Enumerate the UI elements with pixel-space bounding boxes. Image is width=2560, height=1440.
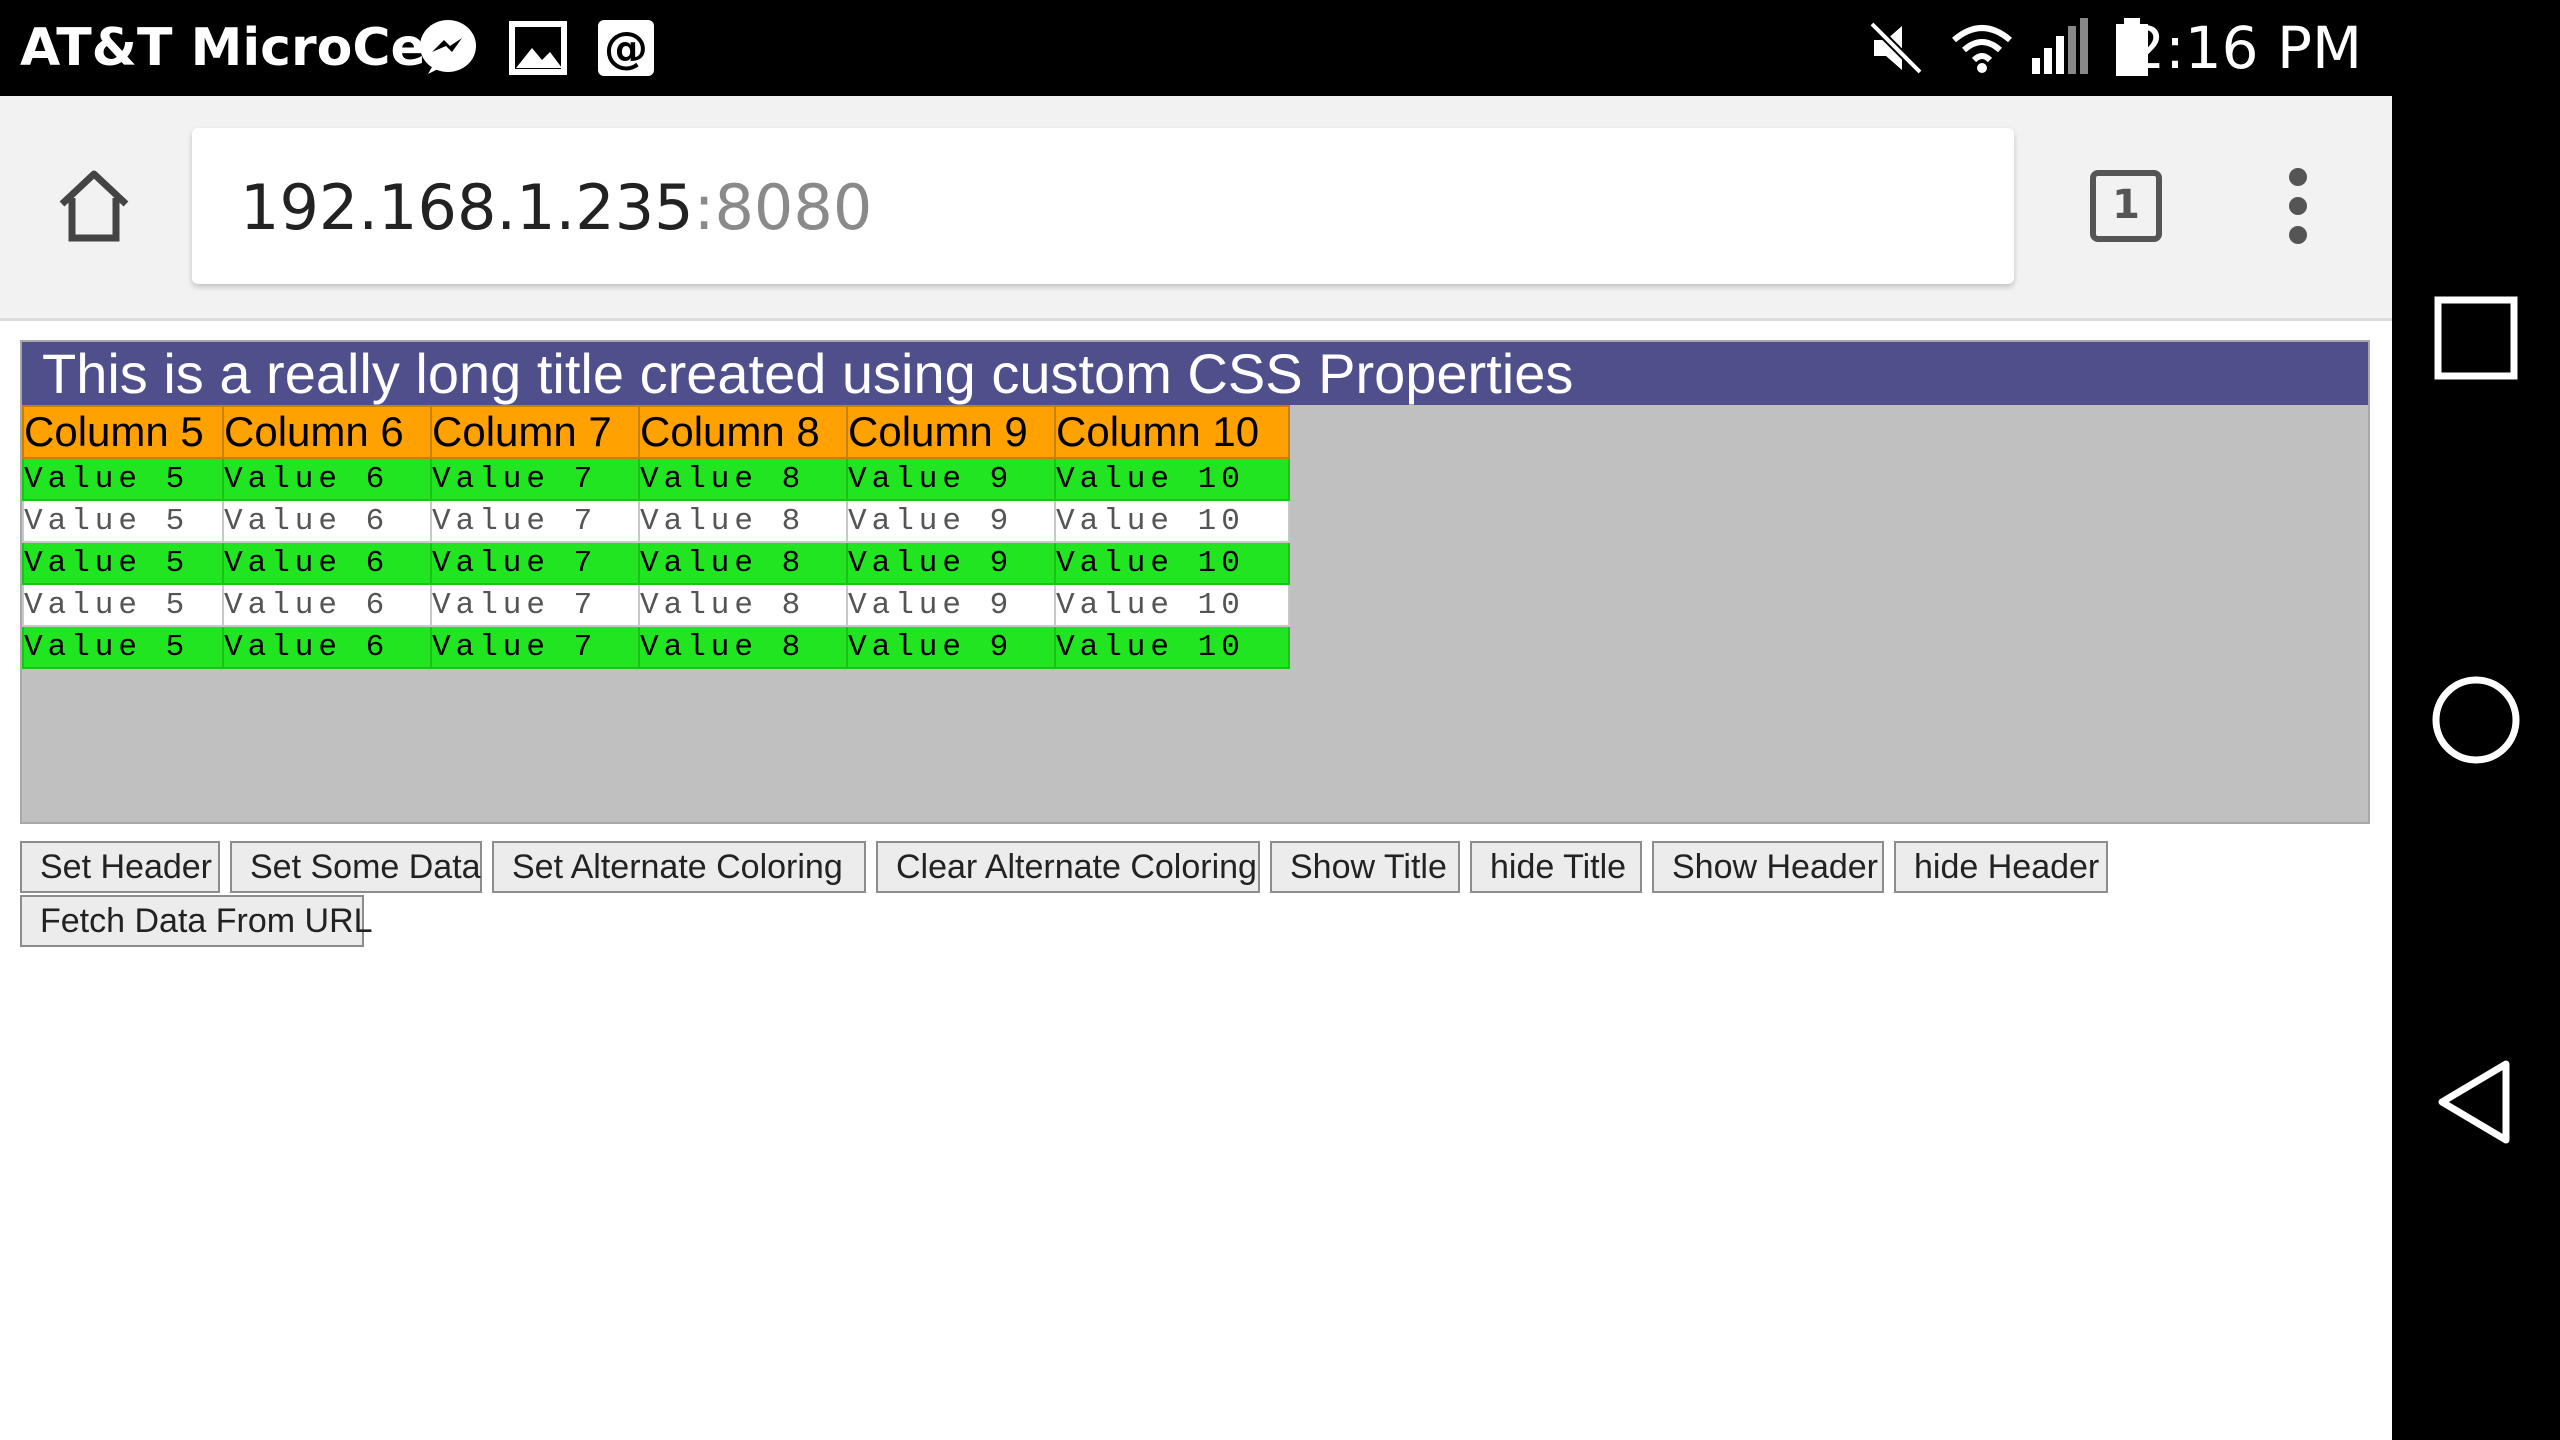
signal-icon xyxy=(2032,18,2088,74)
status-bar: AT&T MicroCell @ 2:16 PM xyxy=(0,0,2392,96)
table-cell[interactable]: Value 5 xyxy=(22,625,224,669)
svg-text:@: @ xyxy=(604,23,648,74)
table-cell[interactable]: Value 10 xyxy=(1054,457,1290,501)
address-bar[interactable]: 192.168.1.235:8080 xyxy=(192,128,2014,284)
web-page: This is a really long title created usin… xyxy=(0,321,2392,1440)
table-row[interactable]: Value 5 Value 6 Value 7 Value 8 Value 9 Value… xyxy=(22,541,1290,585)
column-header[interactable]: Column 10 xyxy=(1054,405,1290,459)
url-text[interactable]: 192.168.1.235:8080 xyxy=(240,172,872,244)
table-row[interactable]: Value 5 Value 6 Value 7 Value 8 Value 9 Value… xyxy=(22,625,1290,669)
data-grid: This is a really long title created usin… xyxy=(20,340,2370,824)
tab-switcher-button[interactable]: 1 xyxy=(2090,170,2162,242)
table-cell[interactable]: Value 7 xyxy=(430,583,640,627)
table-cell[interactable]: Value 8 xyxy=(638,583,848,627)
carrier-label: AT&T MicroCell xyxy=(20,18,462,78)
mute-icon xyxy=(1869,21,1923,75)
column-header[interactable]: Column 6 xyxy=(222,405,432,459)
table-cell[interactable]: Value 8 xyxy=(638,625,848,669)
overflow-menu-icon[interactable] xyxy=(2278,168,2318,244)
table-cell[interactable]: Value 8 xyxy=(638,457,848,501)
home-circle-icon[interactable] xyxy=(2428,672,2524,768)
column-header[interactable]: Column 7 xyxy=(430,405,640,459)
fetch-data-button[interactable]: Fetch Data From URL xyxy=(20,895,373,947)
table-cell[interactable]: Value 7 xyxy=(430,625,640,669)
table-cell[interactable]: Value 5 xyxy=(22,583,224,627)
set-header-button[interactable]: Set Header xyxy=(20,841,220,893)
wifi-icon xyxy=(1952,25,2012,73)
url-host: 192.168.1.235 xyxy=(240,171,694,244)
hide-header-button[interactable]: hide Header xyxy=(1894,841,2108,893)
table-cell[interactable]: Value 9 xyxy=(846,499,1056,543)
column-header[interactable]: Column 9 xyxy=(846,405,1056,459)
set-some-data-button[interactable]: Set Some Data xyxy=(230,841,482,893)
header-row: Column 5 Column 6 Column 7 Column 8 Colu… xyxy=(22,405,1290,459)
table-cell[interactable]: Value 10 xyxy=(1054,625,1290,669)
table-cell[interactable]: Value 9 xyxy=(846,583,1056,627)
table-cell[interactable]: Value 9 xyxy=(846,541,1056,585)
hide-title-button[interactable]: hide Title xyxy=(1470,841,1642,893)
table-cell[interactable]: Value 9 xyxy=(846,625,1056,669)
at-sign-icon: @ xyxy=(598,20,654,76)
url-port: :8080 xyxy=(693,171,873,244)
table-cell[interactable]: Value 10 xyxy=(1054,583,1290,627)
table-cell[interactable]: Value 6 xyxy=(222,541,432,585)
column-header[interactable]: Column 5 xyxy=(22,405,224,459)
recent-apps-icon[interactable] xyxy=(2428,290,2524,386)
table-cell[interactable]: Value 5 xyxy=(22,499,224,543)
show-title-button[interactable]: Show Title xyxy=(1270,841,1460,893)
table-cell[interactable]: Value 9 xyxy=(846,457,1056,501)
table-cell[interactable]: Value 5 xyxy=(22,457,224,501)
table-cell[interactable]: Value 7 xyxy=(430,457,640,501)
table-cell[interactable]: Value 6 xyxy=(222,499,432,543)
navigation-bar xyxy=(2392,0,2560,1440)
table-row[interactable]: Value 5 Value 6 Value 7 Value 8 Value 9 Value… xyxy=(22,499,1290,543)
image-icon xyxy=(509,21,567,75)
grid-title: This is a really long title created usin… xyxy=(22,342,2368,405)
messenger-icon xyxy=(420,20,476,74)
set-alternate-coloring-button[interactable]: Set Alternate Coloring xyxy=(492,841,866,893)
table-cell[interactable]: Value 6 xyxy=(222,457,432,501)
table-cell[interactable]: Value 6 xyxy=(222,625,432,669)
clock: 2:16 PM xyxy=(2128,14,2362,82)
column-header[interactable]: Column 8 xyxy=(638,405,848,459)
table-cell[interactable]: Value 7 xyxy=(430,541,640,585)
show-header-button[interactable]: Show Header xyxy=(1652,841,1884,893)
back-icon[interactable] xyxy=(2428,1054,2524,1150)
table-cell[interactable]: Value 8 xyxy=(638,541,848,585)
table-row[interactable]: Value 5 Value 6 Value 7 Value 8 Value 9 Value… xyxy=(22,583,1290,627)
table-row[interactable]: Value 5 Value 6 Value 7 Value 8 Value 9 Value… xyxy=(22,457,1290,501)
table-cell[interactable]: Value 10 xyxy=(1054,499,1290,543)
table-cell[interactable]: Value 5 xyxy=(22,541,224,585)
table-cell[interactable]: Value 6 xyxy=(222,583,432,627)
browser-window: 192.168.1.235:8080 1 This is a really lo… xyxy=(0,96,2392,1440)
table-cell[interactable]: Value 8 xyxy=(638,499,848,543)
table-cell[interactable]: Value 7 xyxy=(430,499,640,543)
table-cell[interactable]: Value 10 xyxy=(1054,541,1290,585)
browser-toolbar: 192.168.1.235:8080 1 xyxy=(0,96,2392,321)
clear-alternate-coloring-button[interactable]: Clear Alternate Coloring xyxy=(876,841,1260,893)
grid-table: Column 5 Column 6 Column 7 Column 8 Colu… xyxy=(22,405,1290,669)
home-icon[interactable] xyxy=(52,164,136,248)
